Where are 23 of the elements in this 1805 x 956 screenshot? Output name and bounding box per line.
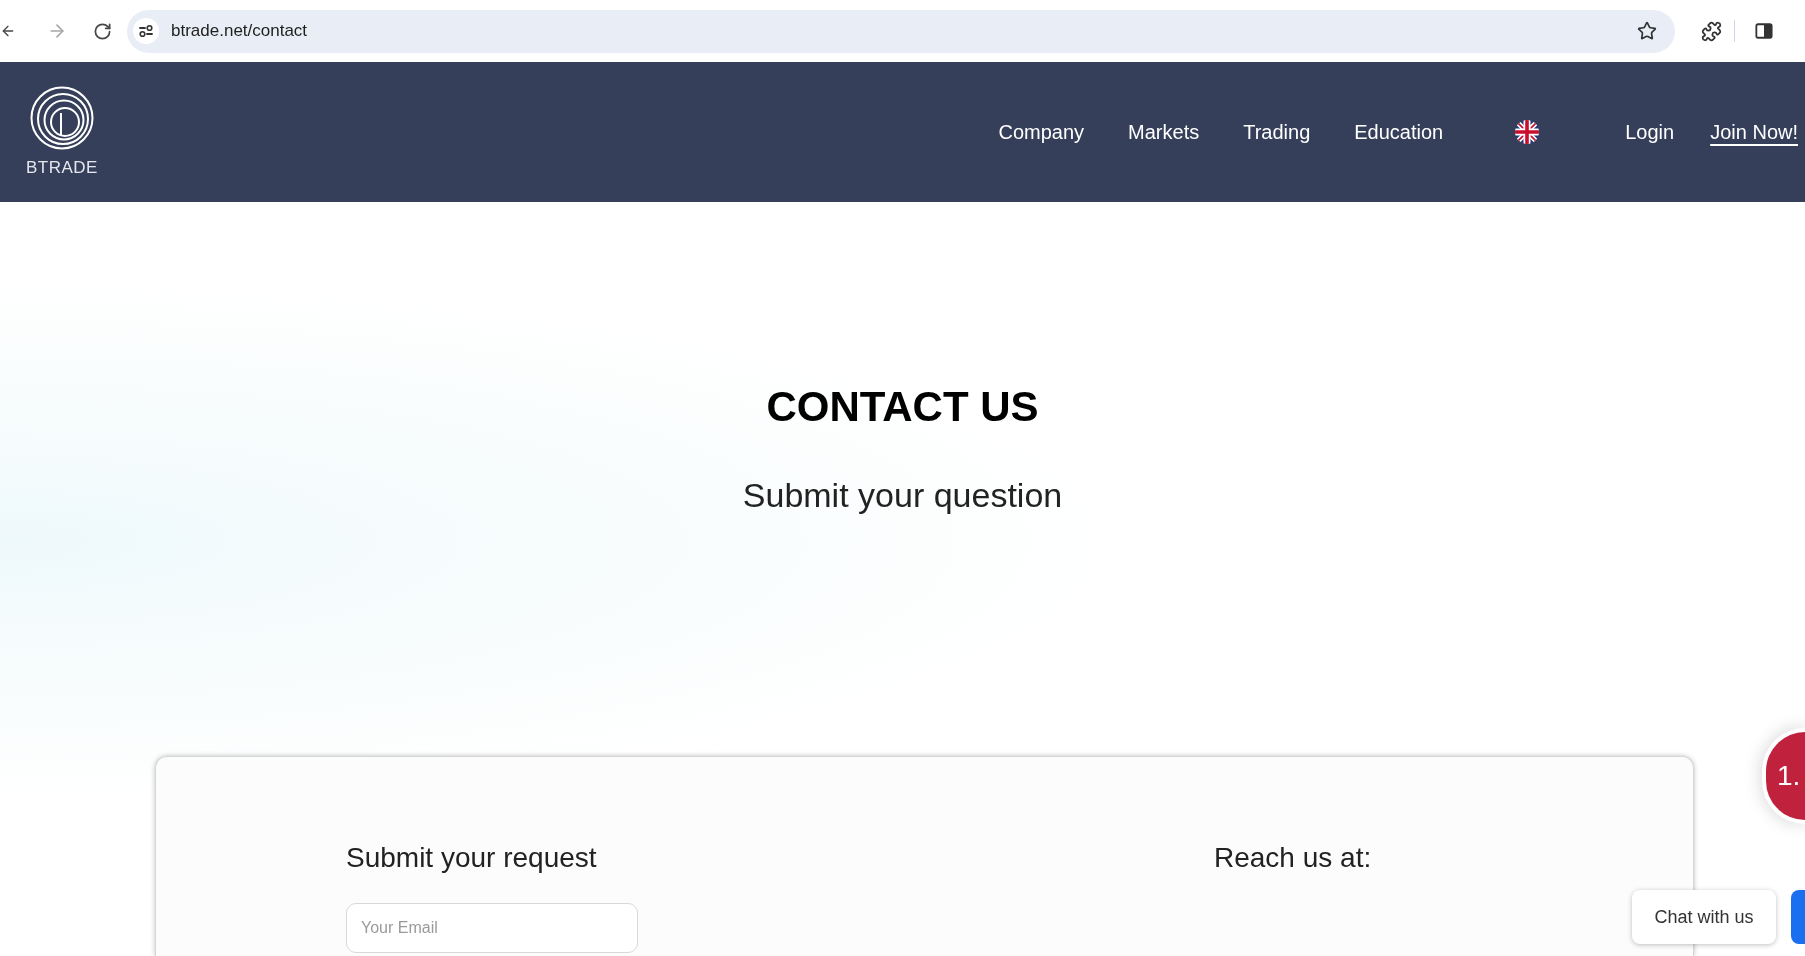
chat-launcher-button[interactable] xyxy=(1791,890,1805,944)
form-heading: Submit your request xyxy=(346,841,597,875)
join-now-link[interactable]: Join Now! xyxy=(1710,117,1798,147)
logo-text: BTRADE xyxy=(26,158,98,178)
url-text: btrade.net/contact xyxy=(171,20,308,43)
uk-flag-icon[interactable] xyxy=(1515,120,1540,144)
nav-link[interactable]: Markets xyxy=(1128,117,1200,147)
reach-us-heading: Reach us at: xyxy=(1214,841,1372,875)
reload-icon[interactable] xyxy=(93,21,112,41)
email-field[interactable]: Your Email xyxy=(346,903,638,953)
page-title: CONTACT US xyxy=(766,383,1039,431)
nav-link[interactable]: Education xyxy=(1354,117,1444,147)
bookmark-star-icon[interactable] xyxy=(1637,21,1657,41)
nav-link[interactable]: Company xyxy=(998,117,1085,147)
extensions-icon[interactable] xyxy=(1701,20,1722,42)
ring-logo-icon xyxy=(30,86,94,150)
site-info-icon[interactable] xyxy=(133,18,159,44)
chat-prompt-button[interactable]: Chat with us xyxy=(1632,890,1776,944)
address-bar[interactable]: btrade.net/contact xyxy=(127,9,1675,53)
nav-link[interactable]: Trading xyxy=(1243,117,1311,147)
login-link[interactable]: Login xyxy=(1625,117,1675,147)
side-panel-icon[interactable] xyxy=(1755,22,1773,40)
page-subtitle: Submit your question xyxy=(742,475,1063,515)
